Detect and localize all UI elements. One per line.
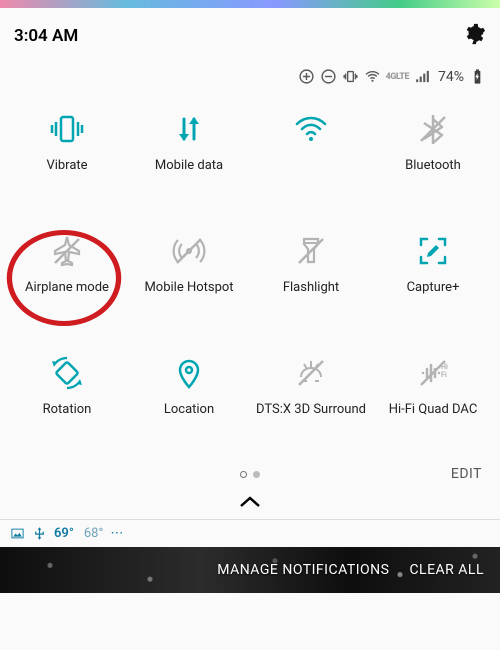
temperature-alt: 68° xyxy=(84,526,103,541)
gear-icon xyxy=(464,23,486,45)
manage-notifications-button[interactable]: MANAGE NOTIFICATIONS xyxy=(217,562,389,578)
tile-dts-surround[interactable]: DTS:X 3D Surround xyxy=(250,345,372,449)
signal-icon xyxy=(414,68,431,85)
picture-icon xyxy=(10,526,25,541)
rotation-icon xyxy=(39,345,95,401)
notification-actions-bar: MANAGE NOTIFICATIONS CLEAR ALL xyxy=(0,547,500,593)
airplane-icon xyxy=(39,223,95,279)
bluetooth-icon xyxy=(405,101,461,157)
mobile-data-icon xyxy=(161,101,217,157)
page-dot-1[interactable] xyxy=(240,471,247,478)
page-dots[interactable] xyxy=(240,471,260,478)
tile-capture-plus[interactable]: Capture+ xyxy=(372,223,494,327)
edit-button[interactable]: EDIT xyxy=(451,466,482,482)
chevron-up-icon xyxy=(239,495,261,509)
hotspot-icon xyxy=(161,223,217,279)
tile-label: Airplane mode xyxy=(21,281,113,296)
flashlight-icon xyxy=(283,223,339,279)
temperature-now: 69° xyxy=(54,526,74,541)
tile-hifi-dac[interactable]: HiFi Hi-Fi Quad DAC xyxy=(372,345,494,449)
page-dot-2[interactable] xyxy=(253,471,260,478)
hifi-dac-icon: HiFi xyxy=(405,345,461,401)
clock-time: 3:04 AM xyxy=(14,26,78,46)
wifi-icon xyxy=(283,101,339,157)
tile-bluetooth[interactable]: Bluetooth xyxy=(372,101,494,205)
tile-mobile-data[interactable]: Mobile data xyxy=(128,101,250,205)
status-icons-row: 4GLTE 74% xyxy=(0,64,500,95)
dnd-icon xyxy=(320,68,337,85)
tile-location[interactable]: Location xyxy=(128,345,250,449)
gradient-bar xyxy=(0,0,500,8)
tile-rotation[interactable]: Rotation xyxy=(6,345,128,449)
vibrate-status-icon xyxy=(342,68,359,85)
quick-settings-grid: Vibrate Mobile data Bluetooth Airplane m… xyxy=(0,95,500,449)
dts-icon xyxy=(283,345,339,401)
usb-icon xyxy=(32,526,47,541)
tile-label: Vibrate xyxy=(42,159,91,174)
tile-label: Mobile data xyxy=(151,159,227,174)
clear-all-button[interactable]: CLEAR ALL xyxy=(409,562,484,578)
more-dots: ⋯ xyxy=(110,526,125,541)
tile-airplane-mode[interactable]: Airplane mode xyxy=(6,223,128,327)
collapse-handle[interactable] xyxy=(0,493,500,519)
tile-label: Flashlight xyxy=(279,281,343,296)
location-icon xyxy=(161,345,217,401)
add-circle-icon xyxy=(298,68,315,85)
network-icon: 4GLTE xyxy=(386,73,409,81)
battery-icon xyxy=(469,68,486,85)
tile-label: Mobile Hotspot xyxy=(140,281,237,296)
tile-label: Bluetooth xyxy=(401,159,465,174)
tile-wifi[interactable] xyxy=(250,101,372,205)
tile-flashlight[interactable]: Flashlight xyxy=(250,223,372,327)
page-indicator-row: EDIT xyxy=(0,457,500,491)
battery-percentage: 74% xyxy=(438,69,464,85)
tile-label: Rotation xyxy=(39,403,96,418)
tile-vibrate[interactable]: Vibrate xyxy=(6,101,128,205)
vibrate-icon xyxy=(39,101,95,157)
status-bar: 3:04 AM xyxy=(0,8,500,64)
svg-text:Fi: Fi xyxy=(441,371,447,379)
tile-label: DTS:X 3D Surround xyxy=(252,403,370,418)
tile-label: Location xyxy=(160,403,218,418)
settings-button[interactable] xyxy=(464,23,486,49)
tile-mobile-hotspot[interactable]: Mobile Hotspot xyxy=(128,223,250,327)
tile-label: Hi-Fi Quad DAC xyxy=(385,403,482,418)
wifi-status-icon xyxy=(364,68,381,85)
capture-plus-icon xyxy=(405,223,461,279)
tile-label: Capture+ xyxy=(403,281,464,296)
weather-bar[interactable]: 69° 68° ⋯ xyxy=(0,519,500,547)
